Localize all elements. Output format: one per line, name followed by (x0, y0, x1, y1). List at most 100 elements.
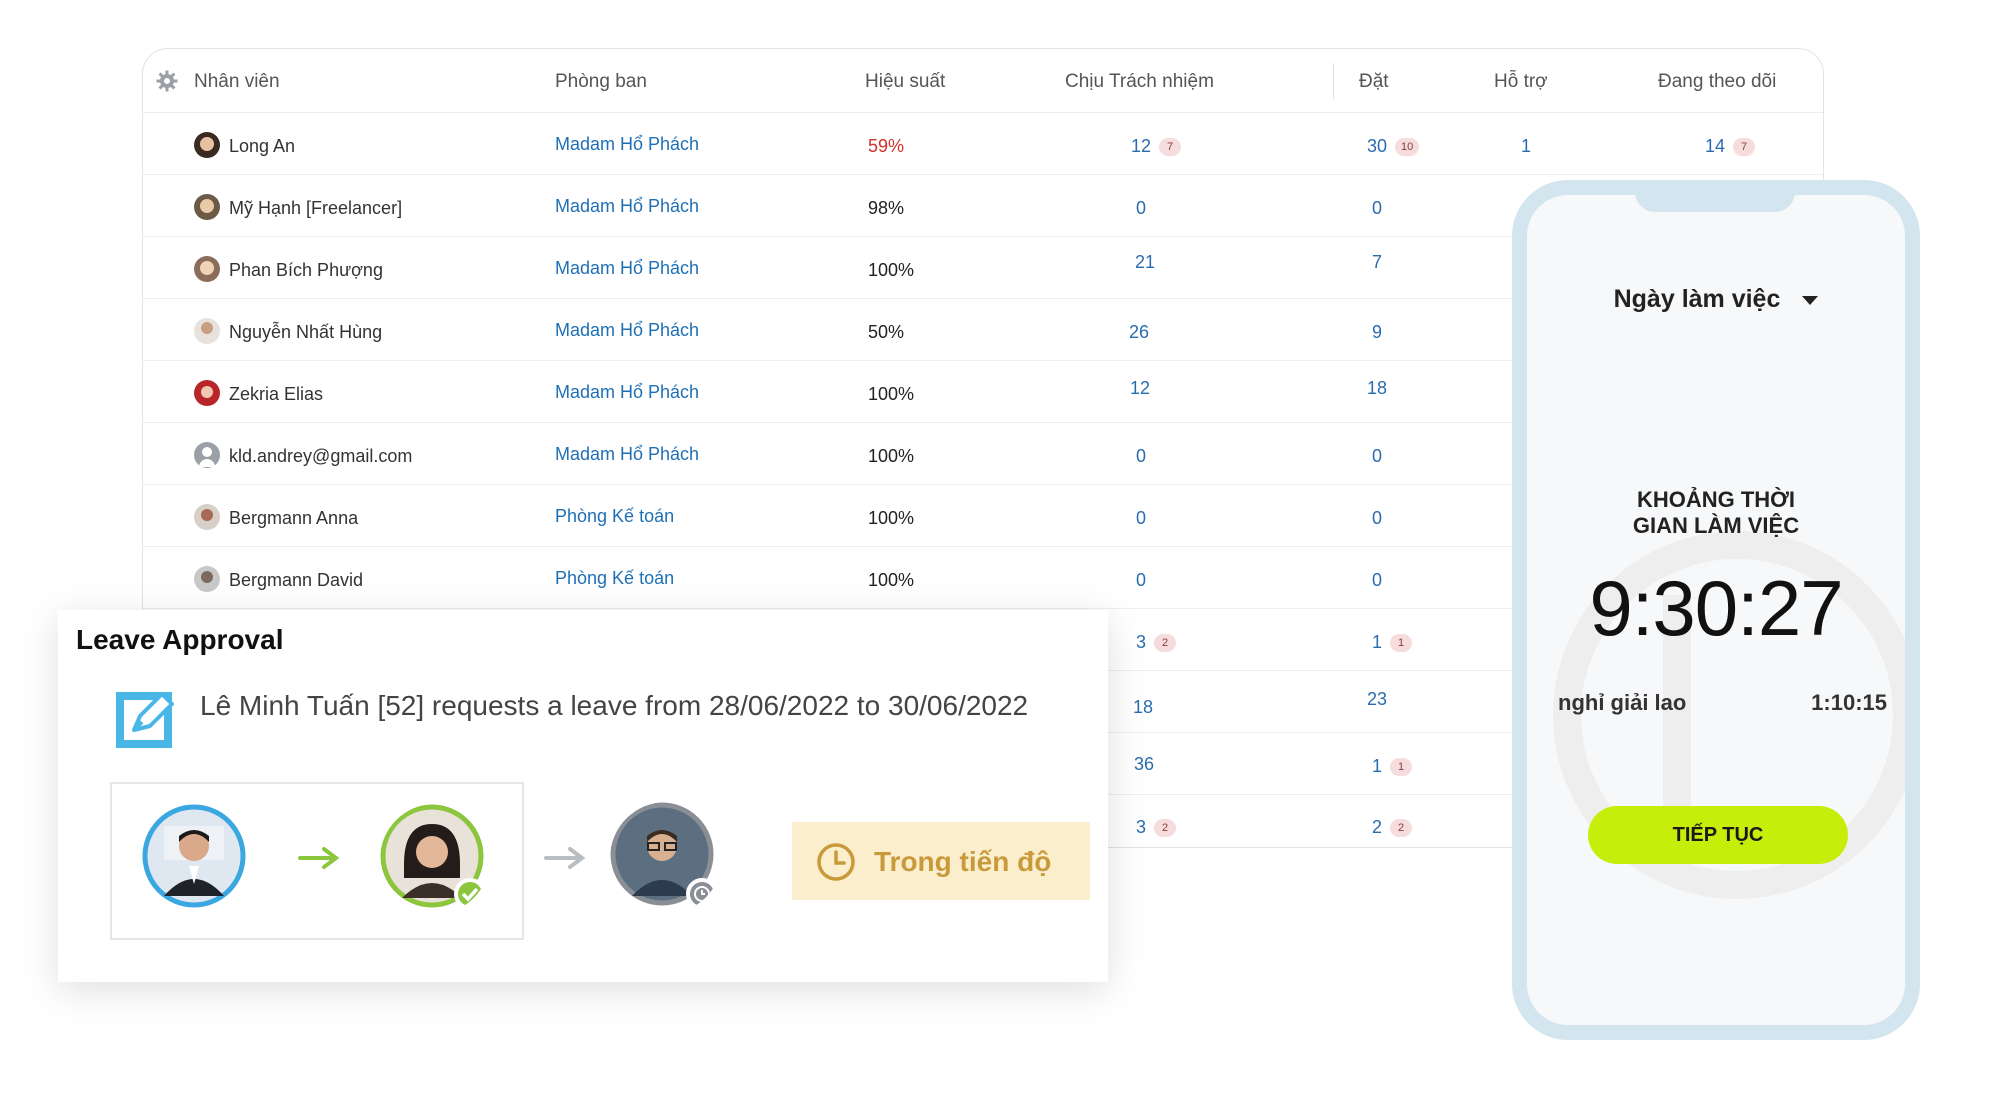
performance-value: 100% (868, 446, 915, 466)
department-link[interactable]: Madam Hổ Phách (555, 196, 699, 217)
responsible-count[interactable]: 0 (1136, 446, 1146, 467)
assigned-badge: 1 (1390, 758, 1413, 777)
employee-name[interactable]: Bergmann David (229, 570, 363, 591)
status-badge: Trong tiến độ (792, 822, 1090, 900)
table-row[interactable]: Long An Madam Hổ Phách 59% 12 7 30 10 1 14… (143, 113, 1823, 175)
gear-icon[interactable] (155, 69, 179, 93)
work-duration-label-line1: KHOẢNG THỜI (1636, 487, 1796, 512)
assigned-count[interactable]: 22 (1372, 817, 1413, 838)
responsible-count[interactable]: 12 7 (1131, 136, 1182, 157)
avatar (194, 132, 220, 158)
arrow-right-icon (298, 847, 340, 869)
employee-name[interactable]: Bergmann Anna (229, 508, 358, 529)
employee-name[interactable]: Phan Bích Phượng (229, 260, 383, 281)
assigned-count[interactable]: 9 (1372, 322, 1382, 343)
employee-name[interactable]: kld.andrey@gmail.com (229, 446, 412, 467)
work-duration-label-line2: GIAN LÀM VIỆC (1632, 513, 1800, 538)
assigned-value[interactable]: 1 (1372, 632, 1382, 652)
assigned-count[interactable]: 0 (1372, 198, 1382, 219)
department-link[interactable]: Madam Hổ Phách (555, 444, 699, 465)
assigned-count[interactable]: 11 (1372, 632, 1413, 653)
department-link[interactable]: Madam Hổ Phách (555, 320, 699, 341)
responsible-value[interactable]: 12 (1131, 136, 1151, 156)
responsible-count[interactable]: 26 (1129, 322, 1149, 343)
assigned-count[interactable]: 11 (1372, 756, 1413, 777)
leave-approval-title: Leave Approval (76, 624, 284, 655)
approver-avatar[interactable] (380, 804, 490, 914)
responsible-count[interactable]: 32 (1136, 632, 1177, 653)
assigned-badge: 2 (1390, 819, 1413, 838)
responsible-value[interactable]: 3 (1136, 817, 1146, 837)
assigned-count[interactable]: 30 10 (1367, 136, 1420, 157)
continue-button[interactable]: TIẾP TỤC (1588, 806, 1848, 864)
employee-name[interactable]: Mỹ Hạnh [Freelancer] (229, 198, 402, 219)
department-link[interactable]: Madam Hổ Phách (555, 258, 699, 279)
assigned-count[interactable]: 23 (1367, 689, 1387, 710)
avatar (194, 566, 220, 592)
header-performance[interactable]: Hiệu suất (865, 71, 945, 93)
department-link[interactable]: Phòng Kế toán (555, 568, 674, 589)
assigned-count[interactable]: 0 (1372, 508, 1382, 529)
approval-chain (110, 782, 524, 940)
responsible-badge: 2 (1154, 634, 1177, 653)
department-link[interactable]: Phòng Kế toán (555, 506, 674, 527)
phone-notch (1635, 195, 1795, 212)
responsible-value[interactable]: 3 (1136, 632, 1146, 652)
department-link[interactable]: Madam Hổ Phách (555, 134, 699, 155)
performance-value: 100% (868, 570, 915, 590)
workday-label[interactable]: Ngày làm việc (1614, 285, 1781, 313)
break-label: nghỉ giải lao (1558, 690, 1687, 715)
header-following[interactable]: Đang theo dõi (1658, 71, 1776, 93)
assigned-badge: 10 (1395, 138, 1420, 157)
department-link[interactable]: Madam Hổ Phách (555, 382, 699, 403)
assigned-value[interactable]: 1 (1372, 756, 1382, 776)
employee-name[interactable]: Nguyễn Nhất Hùng (229, 322, 382, 343)
assigned-count[interactable]: 7 (1372, 252, 1382, 273)
employee-name[interactable]: Zekria Elias (229, 384, 323, 405)
pending-reviewer-avatar[interactable] (610, 802, 722, 914)
following-count[interactable]: 14 7 (1705, 136, 1756, 157)
header-employee[interactable]: Nhân viên (194, 71, 280, 93)
leave-approval-card: Leave Approval Lê Minh Tuấn [52] request… (58, 610, 1108, 982)
table-header: Nhân viên Phòng ban Hiệu suất Chịu Trách… (143, 49, 1823, 113)
workday-dropdown[interactable]: Ngày làm việc (1527, 285, 1905, 314)
responsible-count[interactable]: 21 (1135, 252, 1155, 273)
support-count[interactable]: 1 (1521, 136, 1531, 157)
work-duration-label: KHOẢNG THỜI GIAN LÀM VIỆC (1527, 487, 1905, 539)
assigned-badge: 1 (1390, 634, 1413, 653)
arrow-right-icon (544, 847, 586, 869)
following-value[interactable]: 14 (1705, 136, 1725, 156)
header-assigned[interactable]: Đặt (1359, 71, 1389, 93)
assigned-value[interactable]: 30 (1367, 136, 1387, 156)
caret-down-icon[interactable] (1802, 295, 1819, 305)
assigned-count[interactable]: 0 (1372, 570, 1382, 591)
avatar (194, 256, 220, 282)
avatar (194, 504, 220, 530)
performance-value: 100% (868, 384, 915, 404)
avatar (194, 194, 220, 220)
header-department[interactable]: Phòng ban (555, 71, 647, 93)
header-support[interactable]: Hỗ trợ (1494, 71, 1548, 93)
performance-value: 59% (868, 136, 905, 156)
requester-avatar[interactable] (142, 804, 246, 908)
assigned-value[interactable]: 2 (1372, 817, 1382, 837)
work-timer: 9:30:27 (1589, 564, 1843, 652)
responsible-count[interactable]: 32 (1136, 817, 1177, 838)
responsible-count[interactable]: 0 (1136, 198, 1146, 219)
responsible-count[interactable]: 0 (1136, 508, 1146, 529)
performance-value: 50% (868, 322, 905, 342)
clock-icon (817, 843, 855, 881)
responsible-count[interactable]: 36 (1134, 754, 1154, 775)
assigned-count[interactable]: 18 (1367, 378, 1387, 399)
responsible-count[interactable]: 18 (1133, 697, 1153, 718)
avatar (194, 380, 220, 406)
responsible-count[interactable]: 12 (1130, 378, 1150, 399)
assigned-count[interactable]: 0 (1372, 446, 1382, 467)
edit-document-icon (116, 692, 174, 748)
responsible-count[interactable]: 0 (1136, 570, 1146, 591)
header-responsible[interactable]: Chịu Trách nhiệm (1065, 71, 1214, 93)
performance-value: 100% (868, 508, 915, 528)
employee-name[interactable]: Long An (229, 136, 295, 157)
break-time: 1:10:15 (1811, 690, 1887, 715)
screenshot-stage: Nhân viên Phòng ban Hiệu suất Chịu Trách… (0, 0, 2000, 1094)
